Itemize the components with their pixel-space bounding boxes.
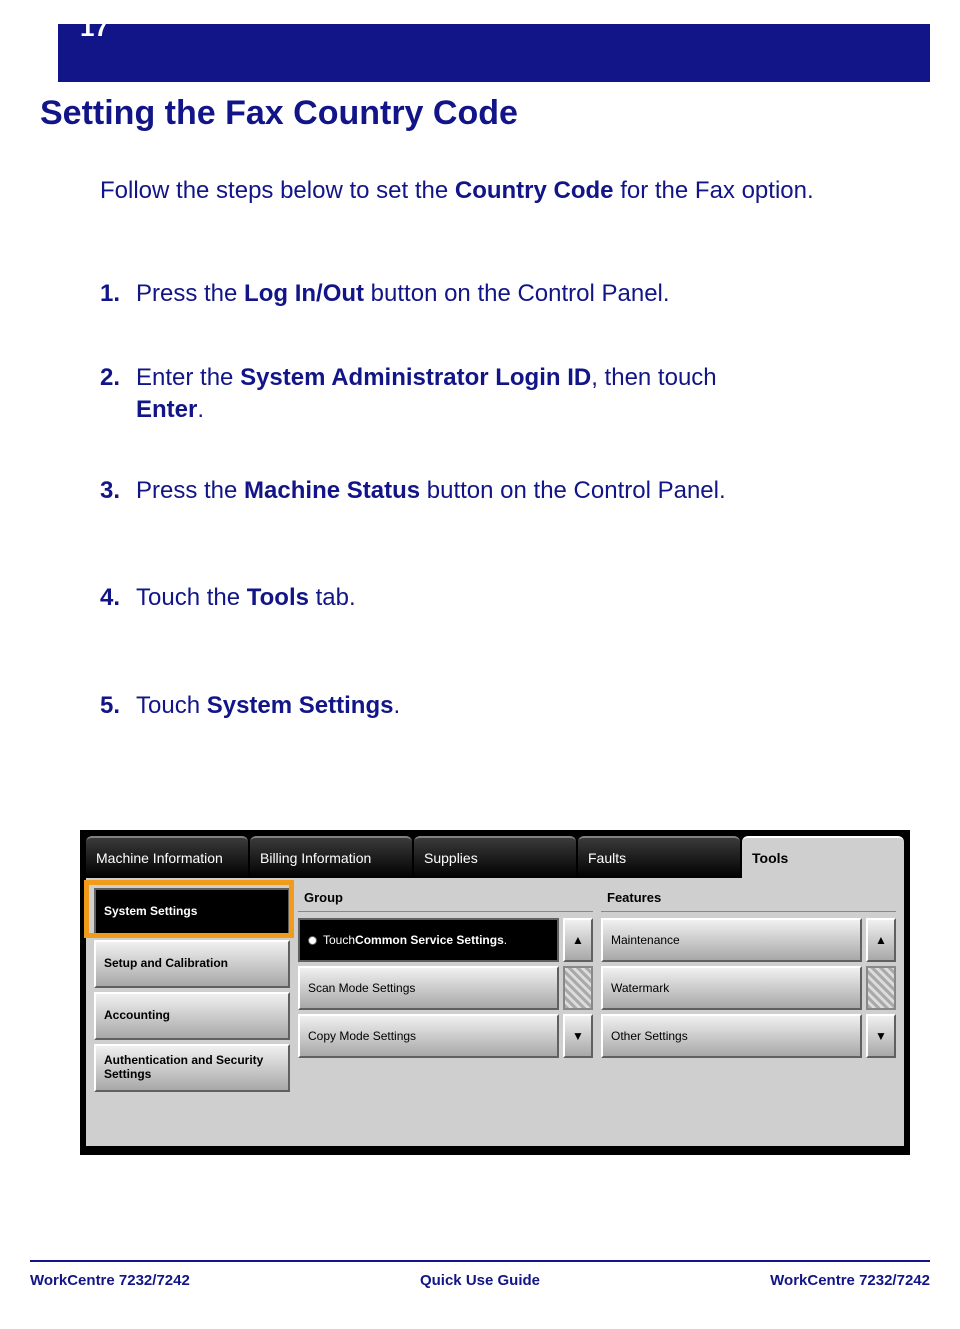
sidebar-accounting[interactable]: Accounting	[94, 992, 290, 1040]
tab-row: Machine Information Billing Information …	[86, 836, 904, 878]
bullet-icon	[308, 936, 317, 945]
touchscreen-illustration: Machine Information Billing Information …	[80, 830, 910, 1155]
step-4-b: Tools	[247, 584, 309, 611]
group-copy-mode-settings[interactable]: Copy Mode Settings	[298, 1014, 559, 1058]
tab-billing-information[interactable]: Billing Information	[250, 836, 412, 878]
group-sel-pre: Touch	[323, 933, 355, 947]
features-scroll-up[interactable]: ▲	[866, 918, 896, 962]
tab-faults[interactable]: Faults	[578, 836, 740, 878]
step-2: 2.Enter the System Administrator Login I…	[100, 362, 880, 427]
intro-post: for the Fax option.	[614, 177, 814, 204]
step-3: 3.Press the Machine Status button on the…	[100, 475, 880, 507]
group-common-service-settings[interactable]: Touch Common Service Settings.	[298, 918, 559, 962]
features-scroll-down[interactable]: ▼	[866, 1014, 896, 1058]
step-4-pre: Touch the	[136, 584, 247, 611]
step-3-b: Machine Status	[244, 477, 420, 504]
step-2-post: , then touch	[591, 364, 716, 391]
step-5-pre: Touch	[136, 692, 207, 719]
step-4-post: tab.	[309, 584, 356, 611]
step-1-post: button on the Control Panel.	[364, 280, 670, 307]
step-2-b: System Administrator Login ID	[240, 364, 591, 391]
step-3-post: button on the Control Panel.	[420, 477, 726, 504]
intro-text: Follow the steps below to set the Countr…	[100, 175, 880, 207]
features-watermark[interactable]: Watermark	[601, 966, 862, 1010]
page-title: Setting the Fax Country Code	[40, 94, 518, 133]
step-5-num: 5.	[100, 690, 136, 722]
group-header: Group	[298, 888, 593, 912]
step-4: 4.Touch the Tools tab.	[100, 582, 880, 614]
step-1-pre: Press the	[136, 280, 244, 307]
step-1: 1.Press the Log In/Out button on the Con…	[100, 278, 880, 310]
footer-right: WorkCentre 7232/7242	[770, 1272, 930, 1289]
tab-tools[interactable]: Tools	[742, 836, 904, 878]
group-scan-mode-settings[interactable]: Scan Mode Settings	[298, 966, 559, 1010]
step-5-post: .	[393, 692, 400, 719]
step-1-b: Log In/Out	[244, 280, 364, 307]
step-2-post2: .	[197, 396, 204, 423]
step-1-num: 1.	[100, 278, 136, 310]
features-other-settings[interactable]: Other Settings	[601, 1014, 862, 1058]
group-scroll-track[interactable]	[563, 966, 593, 1010]
group-sel-bold: Common Service Settings	[355, 933, 504, 947]
intro-pre: Follow the steps below to set the	[100, 177, 455, 204]
features-maintenance[interactable]: Maintenance	[601, 918, 862, 962]
left-sidebar: System Settings Setup and Calibration Ac…	[94, 888, 290, 1138]
group-section: Group Touch Common Service Settings. Sca…	[298, 888, 593, 1138]
tab-supplies[interactable]: Supplies	[414, 836, 576, 878]
sidebar-system-settings[interactable]: System Settings	[94, 888, 290, 936]
features-header: Features	[601, 888, 896, 912]
footer-left: WorkCentre 7232/7242	[30, 1272, 190, 1289]
step-4-num: 4.	[100, 582, 136, 614]
features-scroll: ▲ ▼	[866, 918, 896, 1058]
step-2-num: 2.	[100, 362, 136, 394]
footer-center: Quick Use Guide	[420, 1272, 540, 1289]
step-2-pre: Enter the	[136, 364, 240, 391]
group-scroll-down[interactable]: ▼	[563, 1014, 593, 1058]
footer: WorkCentre 7232/7242 Quick Use Guide Wor…	[30, 1272, 930, 1289]
group-scroll: ▲ ▼	[563, 918, 593, 1058]
sidebar-setup-calibration[interactable]: Setup and Calibration	[94, 940, 290, 988]
step-5: 5.Touch System Settings.	[100, 690, 880, 722]
tab-machine-information[interactable]: Machine Information	[86, 836, 248, 878]
footer-rule	[30, 1260, 930, 1262]
page-number: 17	[80, 12, 109, 43]
step-3-num: 3.	[100, 475, 136, 507]
header-bar	[58, 24, 930, 82]
step-2-b2: Enter	[136, 396, 197, 423]
panel-body: System Settings Setup and Calibration Ac…	[86, 878, 904, 1146]
group-scroll-up[interactable]: ▲	[563, 918, 593, 962]
step-3-pre: Press the	[136, 477, 244, 504]
sidebar-auth-security[interactable]: Authentication and Security Settings	[94, 1044, 290, 1092]
intro-bold: Country Code	[455, 177, 614, 204]
group-sel-post: .	[504, 933, 507, 947]
features-scroll-track[interactable]	[866, 966, 896, 1010]
features-section: Features Maintenance Watermark Other Set…	[601, 888, 896, 1138]
step-5-b: System Settings	[207, 692, 394, 719]
